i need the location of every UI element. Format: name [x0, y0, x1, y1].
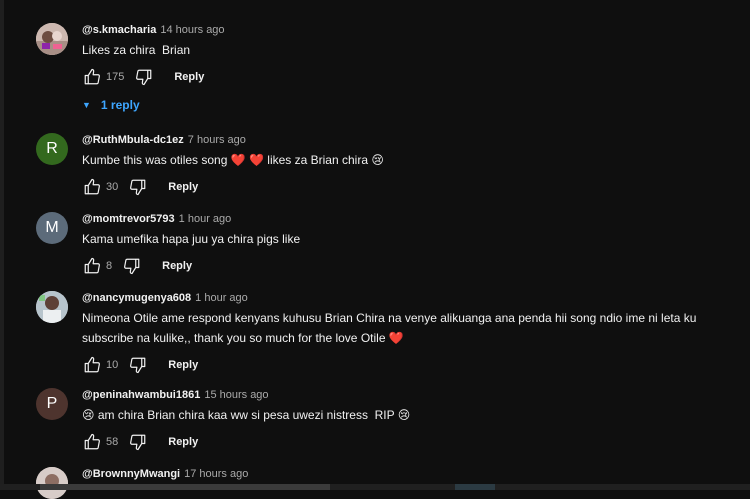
taskbar-item[interactable] [455, 484, 495, 490]
comment-meta: @s.kmacharia 14 hours ago [82, 23, 750, 37]
comment-text: Kumbe this was otiles song ❤️ ❤️ likes z… [82, 153, 384, 167]
replies-count: 1 reply [100, 98, 140, 112]
comment-body: @RuthMbula-dc1ez 7 hours ago Kumbe this w… [82, 133, 750, 198]
comment-time[interactable]: 1 hour ago [195, 292, 248, 304]
comment-author[interactable]: @BrownnyMwangi [82, 468, 180, 480]
avatar-photo [36, 23, 68, 55]
comment-actions: 10 Reply [82, 354, 750, 376]
taskbar-item[interactable] [40, 484, 330, 490]
comment-time[interactable]: 7 hours ago [188, 134, 246, 146]
like-count: 10 [106, 359, 119, 371]
comment-actions: 30 Reply [82, 176, 750, 198]
comment-meta: @nancymugenya608 1 hour ago [82, 291, 750, 305]
comment-actions: 8 Reply [82, 255, 750, 277]
thumb-up-icon[interactable] [82, 67, 102, 87]
comment-actions: 175 Reply [82, 66, 750, 88]
avatar-letter: R [46, 140, 58, 157]
thumb-down-icon[interactable] [128, 177, 148, 197]
thumb-up-icon[interactable] [82, 256, 102, 276]
thumb-up-icon[interactable] [82, 432, 102, 452]
comment-time[interactable]: 14 hours ago [160, 24, 224, 36]
reply-button[interactable]: Reply [168, 359, 198, 371]
comment-meta: @peninahwambui1861 15 hours ago [82, 388, 750, 402]
thumb-down-icon[interactable] [122, 256, 142, 276]
thumb-down-icon[interactable] [134, 67, 154, 87]
comment-time[interactable]: 17 hours ago [184, 468, 248, 480]
thumb-down-icon[interactable] [128, 355, 148, 375]
comment-meta: @BrownnyMwangi 17 hours ago [82, 467, 750, 481]
thumb-up-icon[interactable] [82, 177, 102, 197]
avatar-letter: M [45, 219, 59, 236]
thumb-down-icon[interactable] [128, 432, 148, 452]
comment-body: @nancymugenya608 1 hour ago Nimeona Otile… [82, 291, 750, 376]
comment-author[interactable]: @RuthMbula-dc1ez [82, 134, 184, 146]
like-count: 8 [106, 260, 113, 272]
comment-author[interactable]: @momtrevor5793 [82, 213, 175, 225]
comment-meta: @RuthMbula-dc1ez 7 hours ago [82, 133, 750, 147]
like-count: 175 [106, 71, 125, 83]
thumb-up-icon[interactable] [82, 355, 102, 375]
comment-body: @BrownnyMwangi 17 hours ago [82, 467, 750, 481]
comment-text: 😢 am chira Brian chira kaa ww si pesa uw… [82, 408, 411, 422]
comment-author[interactable]: @s.kmacharia [82, 24, 156, 36]
like-count: 30 [106, 181, 119, 193]
like-count: 58 [106, 436, 119, 448]
comment-author[interactable]: @nancymugenya608 [82, 292, 191, 304]
avatar-letter: P [46, 395, 58, 412]
comment-text: Nimeona Otile ame respond kenyans kuhusu… [82, 311, 700, 345]
avatar[interactable]: M [36, 212, 68, 244]
comment-meta: @momtrevor5793 1 hour ago [82, 212, 750, 226]
comment-text: Likes za chira Brian [82, 43, 191, 57]
avatar-photo [36, 291, 68, 323]
avatar[interactable]: P [36, 388, 68, 420]
comment-time[interactable]: 15 hours ago [204, 389, 268, 401]
comment-time[interactable]: 1 hour ago [179, 213, 232, 225]
caret-down-icon: ▼ [82, 100, 91, 110]
avatar[interactable] [36, 291, 68, 323]
comments-section: @s.kmacharia 14 hours ago Likes za chira … [0, 0, 750, 499]
reply-button[interactable]: Reply [174, 71, 204, 83]
avatar-photo [36, 467, 68, 499]
avatar[interactable]: R [36, 133, 68, 165]
avatar[interactable] [36, 23, 68, 55]
comment-body: @momtrevor5793 1 hour ago Kama umefika ha… [82, 212, 750, 277]
comment-author[interactable]: @peninahwambui1861 [82, 389, 200, 401]
taskbar [0, 484, 750, 490]
reply-button[interactable]: Reply [168, 181, 198, 193]
avatar[interactable] [36, 467, 68, 499]
reply-button[interactable]: Reply [162, 260, 192, 272]
comment-actions: 58 Reply [82, 431, 750, 453]
reply-button[interactable]: Reply [168, 436, 198, 448]
comment-body: @peninahwambui1861 15 hours ago 😢 am chir… [82, 388, 750, 453]
view-replies-button[interactable]: ▼ 1 reply [82, 98, 140, 112]
comment-body: @s.kmacharia 14 hours ago Likes za chira … [82, 23, 750, 88]
comment-text: Kama umefika hapa juu ya chira pigs like [82, 232, 301, 246]
